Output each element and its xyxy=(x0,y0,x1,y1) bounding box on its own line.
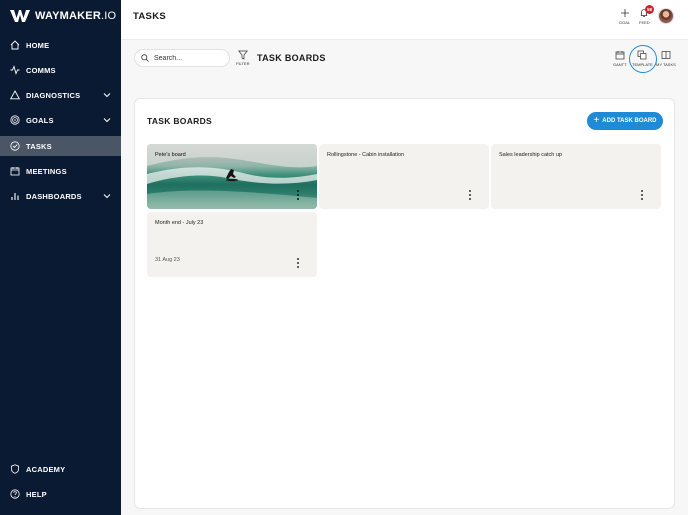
sidebar-item-label: MEETINGS xyxy=(26,166,67,176)
more-options-icon[interactable] xyxy=(639,190,645,200)
chevron-down-icon[interactable] xyxy=(103,192,111,200)
sidebar-item-help[interactable]: HELP xyxy=(0,484,121,504)
goal-label: GOAL xyxy=(619,20,631,25)
sidebar-item-home[interactable]: HOME xyxy=(0,35,121,55)
task-board-card[interactable]: Rollingstone - Cabin installation xyxy=(319,144,489,209)
search-input[interactable] xyxy=(154,54,224,62)
sidebar-item-academy[interactable]: ACADEMY xyxy=(0,459,121,479)
board-name: Pete's board xyxy=(155,152,186,158)
user-avatar[interactable] xyxy=(658,8,674,24)
filter-button[interactable]: FILTER xyxy=(236,50,249,66)
sidebar-item-label: GOALS xyxy=(26,115,54,125)
task-board-card[interactable]: Month end - July 23 31 Aug 23 xyxy=(147,212,317,277)
section-title: TASK BOARDS xyxy=(257,53,326,63)
pulse-icon xyxy=(10,65,20,75)
calendar-icon xyxy=(10,166,20,176)
sidebar-item-label: TASKS xyxy=(26,141,52,151)
board-name: Month end - July 23 xyxy=(155,220,204,226)
feed-label: FEED xyxy=(639,20,650,25)
more-options-icon[interactable] xyxy=(295,258,301,268)
sidebar-item-comms[interactable]: COMMS xyxy=(0,60,121,80)
triangle-icon xyxy=(10,90,20,100)
plus-icon: + xyxy=(593,115,600,126)
task-board-card[interactable]: Sales leadership catch up xyxy=(491,144,661,209)
chevron-down-icon[interactable] xyxy=(103,91,111,99)
brand-logo[interactable]: WAYMAKER.IO xyxy=(10,8,116,24)
sidebar-item-label: COMMS xyxy=(26,65,56,75)
board-name: Sales leadership catch up xyxy=(499,152,562,158)
add-task-board-label: ADD TASK BOARD xyxy=(602,118,657,124)
search-icon xyxy=(141,54,149,62)
filter-label: FILTER xyxy=(236,61,250,66)
sidebar-item-label: HELP xyxy=(26,489,47,499)
gantt-label: GANTT xyxy=(613,62,627,67)
help-icon xyxy=(10,489,20,499)
feed-button[interactable]: FEED 58 xyxy=(639,5,654,25)
calendar-icon xyxy=(615,51,625,60)
shield-icon xyxy=(10,464,20,474)
more-options-icon[interactable] xyxy=(295,190,301,200)
board-date: 31 Aug 23 xyxy=(155,257,180,263)
page-title: TASKS xyxy=(133,11,166,22)
add-goal-button[interactable]: GOAL xyxy=(619,8,630,25)
sidebar-item-label: DIAGNOSTICS xyxy=(26,90,81,100)
board-name: Rollingstone - Cabin installation xyxy=(327,152,405,158)
top-header: TASKS GOAL FEED 58 xyxy=(121,0,688,40)
plus-icon xyxy=(620,9,629,17)
copy-icon xyxy=(638,50,647,60)
columns-icon xyxy=(661,51,671,59)
more-options-icon[interactable] xyxy=(467,190,473,200)
search-box[interactable] xyxy=(134,49,230,67)
template-view-button[interactable]: TEMPLATE xyxy=(632,50,653,67)
brand-name: WAYMAKER.IO xyxy=(35,10,117,22)
check-circle-icon xyxy=(10,141,20,151)
bar-chart-icon xyxy=(10,191,20,201)
add-task-board-button[interactable]: + ADD TASK BOARD xyxy=(587,112,663,130)
sidebar-item-label: DASHBOARDS xyxy=(26,191,82,201)
sidebar-item-goals[interactable]: GOALS xyxy=(0,110,121,130)
chevron-down-icon[interactable] xyxy=(103,116,111,124)
target-icon xyxy=(10,115,20,125)
task-boards-panel: TASK BOARDS + ADD TASK BOARD Pete's boar… xyxy=(134,98,675,509)
filter-icon xyxy=(237,50,248,60)
my-tasks-view-button[interactable]: MY TASKS xyxy=(656,50,676,67)
sidebar-item-label: ACADEMY xyxy=(26,464,66,474)
sidebar-item-diagnostics[interactable]: DIAGNOSTICS xyxy=(0,85,121,105)
home-icon xyxy=(10,40,20,50)
gantt-view-button[interactable]: GANTT xyxy=(613,50,627,67)
sidebar-item-meetings[interactable]: MEETINGS xyxy=(0,161,121,181)
sidebar: WAYMAKER.IO HOME COMMS DIAGNOSTICS GOALS… xyxy=(0,0,121,515)
sidebar-item-label: HOME xyxy=(26,40,50,50)
sidebar-item-tasks[interactable]: TASKS xyxy=(0,136,121,156)
my-tasks-label: MY TASKS xyxy=(656,62,676,67)
waymaker-logo-icon xyxy=(10,10,30,22)
sidebar-item-dashboards[interactable]: DASHBOARDS xyxy=(0,186,121,206)
task-board-card[interactable]: Pete's board xyxy=(147,144,317,209)
panel-title: TASK BOARDS xyxy=(147,116,213,126)
template-label: TEMPLATE xyxy=(632,62,653,67)
notification-badge: 58 xyxy=(645,5,654,14)
